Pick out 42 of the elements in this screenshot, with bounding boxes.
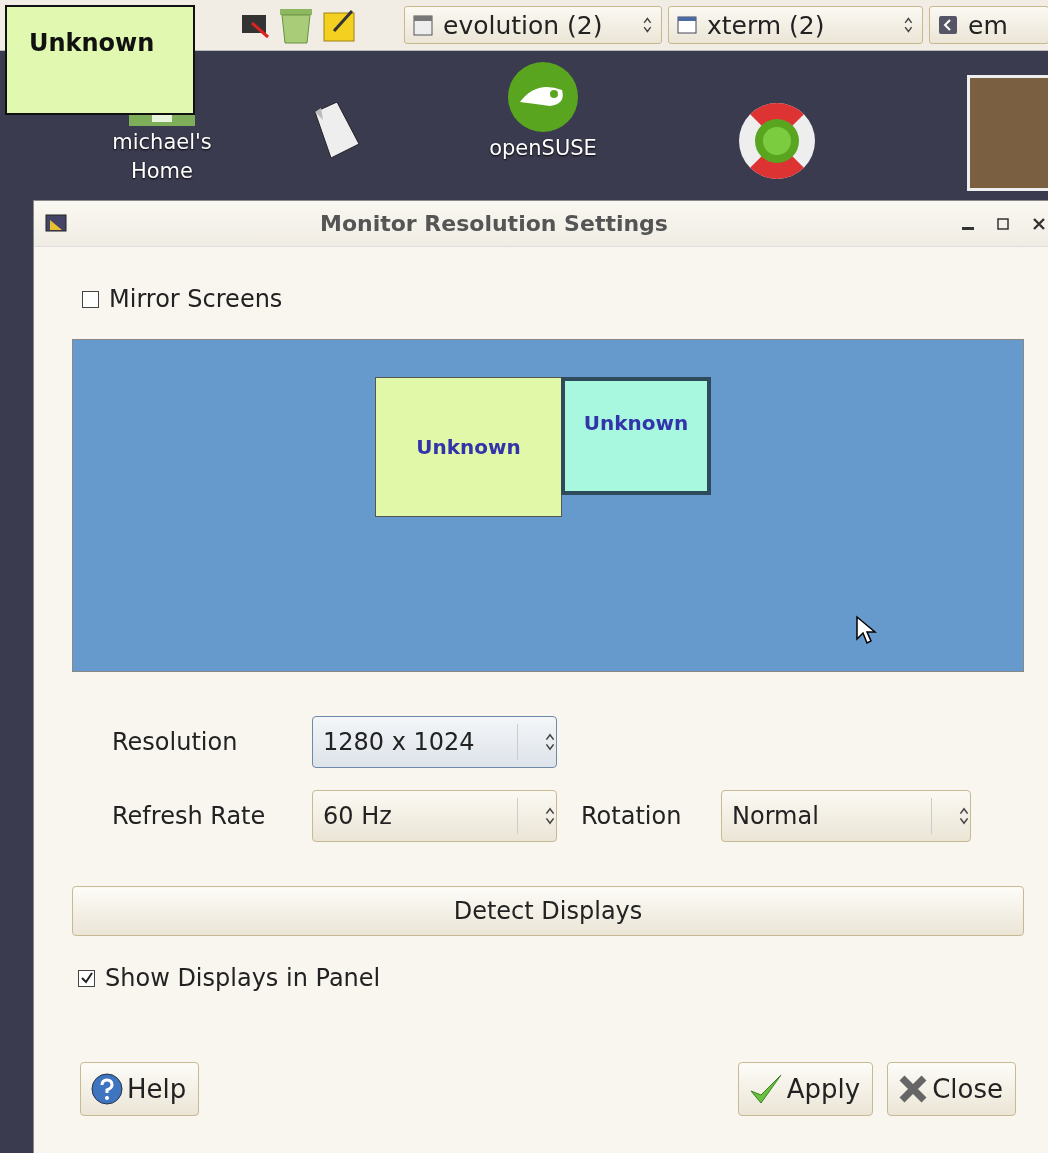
tooltip: Unknown — [5, 5, 195, 115]
monitor-rectangle[interactable]: Unknown — [561, 377, 711, 495]
notepad-icon[interactable] — [322, 7, 358, 43]
app-icon — [938, 15, 958, 35]
chameleon-logo-icon — [506, 60, 580, 134]
taskbar-button[interactable]: evolution (2) — [404, 6, 662, 44]
field-label: Rotation — [580, 802, 683, 830]
checkbox-label: Show Displays in Panel — [105, 964, 381, 992]
checkbox-label: Mirror Screens — [109, 285, 283, 313]
desktop-icon-label: openSUSE — [489, 135, 597, 162]
spin-arrows-icon — [544, 806, 556, 826]
spin-arrows-icon — [544, 732, 556, 752]
taskbar-button[interactable]: em — [929, 6, 1048, 44]
dropdown[interactable]: 1280 x 1024 — [312, 716, 557, 768]
taskbar-button[interactable]: xterm (2) — [668, 6, 923, 44]
dropdown[interactable]: Normal — [721, 790, 971, 842]
close-button[interactable]: Close — [887, 1062, 1016, 1116]
help-button[interactable]: Help — [80, 1062, 200, 1116]
spin-arrows-icon — [958, 806, 970, 826]
detect-displays-button[interactable]: Detect Displays — [72, 886, 1024, 936]
minimize-icon — [962, 227, 974, 230]
desktop-icon-label: Home — [131, 158, 193, 185]
calendar-icon — [413, 14, 433, 36]
maximize-icon — [996, 216, 1010, 231]
checkmark-icon — [748, 1073, 783, 1105]
spin-arrows-icon — [903, 16, 914, 34]
close-icon — [898, 1074, 929, 1104]
window-title: Monitor Resolution Settings — [320, 211, 669, 236]
checkbox[interactable] — [78, 969, 95, 987]
desktop-icon-label: michael's — [112, 129, 212, 156]
checkbox[interactable] — [82, 290, 99, 308]
monitor-rectangle[interactable]: Unknown — [375, 377, 562, 517]
apply-button[interactable]: Apply — [737, 1062, 874, 1116]
mouse-pointer-icon — [855, 615, 877, 645]
window-icon — [677, 16, 697, 34]
field-label: Refresh Rate — [112, 802, 267, 830]
close-icon — [1032, 216, 1046, 231]
spin-arrows-icon — [642, 16, 653, 34]
dropdown[interactable]: 60 Hz — [312, 790, 557, 842]
lifebuoy-icon — [736, 100, 818, 182]
help-icon — [91, 1073, 123, 1105]
field-label: Resolution — [112, 728, 239, 756]
